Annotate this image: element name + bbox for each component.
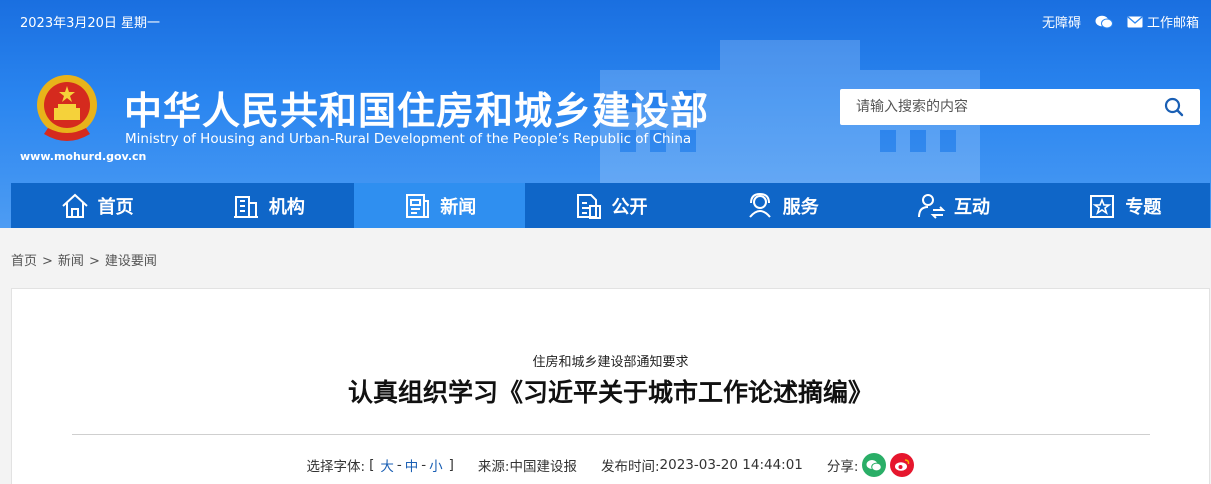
breadcrumb-news[interactable]: 新闻 <box>58 254 84 269</box>
breadcrumb-separator: > <box>42 254 53 269</box>
source-value: 中国建设报 <box>509 459 577 475</box>
title-divider <box>72 434 1150 435</box>
site-url: www.mohurd.gov.cn <box>20 150 147 163</box>
publish-time: 发布时间: 2023-03-20 14:44:01 <box>601 455 803 475</box>
mail-link[interactable]: 工作邮箱 <box>1127 12 1199 31</box>
nav-interaction[interactable]: 互动 <box>867 183 1038 228</box>
document-icon <box>577 193 602 219</box>
topbar-links: 无障碍 工作邮箱 <box>1042 12 1199 31</box>
font-dash: - <box>421 457 427 473</box>
time-value: 2023-03-20 14:44:01 <box>659 457 803 473</box>
nav-service-label: 服务 <box>782 196 819 218</box>
star-icon <box>1090 194 1115 218</box>
font-small-button[interactable]: 小 <box>429 455 443 475</box>
font-bracket-open: [ <box>369 457 375 473</box>
mail-icon <box>1127 16 1143 27</box>
share-wechat-icon[interactable] <box>862 453 887 477</box>
nav-public[interactable]: 公开 <box>525 183 696 228</box>
breadcrumb: 首页 > 新闻 > 建设要闻 <box>11 250 157 269</box>
nav-organization-label: 机构 <box>268 196 305 218</box>
site-title-english: Ministry of Housing and Urban-Rural Deve… <box>125 131 692 147</box>
nav-topics[interactable]: 专题 <box>1039 183 1210 228</box>
font-bracket-close: ] <box>448 457 454 473</box>
nav-news[interactable]: 新闻 <box>353 183 525 228</box>
nav-service[interactable]: 服务 <box>696 183 867 228</box>
font-large-button[interactable]: 大 <box>380 455 394 475</box>
font-size-selector: 选择字体: [ 大 - 中 - 小 ] <box>307 455 454 475</box>
breadcrumb-home[interactable]: 首页 <box>11 254 37 269</box>
nav-home[interactable]: 首页 <box>11 183 182 228</box>
article-meta: 选择字体: [ 大 - 中 - 小 ] 来源: 中国建设报 发布时间: 2023… <box>12 453 1209 477</box>
site-header: 2023年3月20日 星期一 无障碍 工作邮箱 www.mohurd.gov.c… <box>0 0 1211 228</box>
source-label: 来源: <box>477 459 510 475</box>
font-dash: - <box>396 457 402 473</box>
news-icon <box>406 193 430 218</box>
wechat-link[interactable] <box>1095 15 1113 29</box>
nav-home-label: 首页 <box>97 196 134 218</box>
article-panel: 住房和城乡建设部通知要求 认真组织学习《习近平关于城市工作论述摘编》 选择字体:… <box>11 288 1210 484</box>
nav-public-label: 公开 <box>611 196 648 218</box>
article-subtitle: 住房和城乡建设部通知要求 <box>532 355 689 370</box>
share-area: 分享: <box>827 453 915 477</box>
share-weibo-icon[interactable] <box>890 453 915 477</box>
search-button[interactable] <box>1148 89 1200 125</box>
building-icon <box>233 195 258 218</box>
wechat-icon <box>1095 15 1113 28</box>
site-title: 中华人民共和国住房和城乡建设部 <box>124 89 710 133</box>
search-box <box>840 89 1200 125</box>
article-source: 来源: 中国建设报 <box>478 455 577 475</box>
breadcrumb-current[interactable]: 建设要闻 <box>105 254 157 269</box>
nav-interaction-label: 互动 <box>954 196 991 218</box>
font-size-label: 选择字体: <box>306 459 366 475</box>
search-icon <box>1164 97 1184 117</box>
service-icon <box>748 192 771 218</box>
nav-topics-label: 专题 <box>1125 196 1162 218</box>
search-input[interactable] <box>840 89 1148 125</box>
mail-label: 工作邮箱 <box>1146 16 1199 31</box>
accessibility-link[interactable]: 无障碍 <box>1042 12 1081 31</box>
article-title: 认真组织学习《习近平关于城市工作论述摘编》 <box>347 378 873 407</box>
national-emblem-icon[interactable] <box>34 72 100 148</box>
current-date: 2023年3月20日 星期一 <box>20 16 161 31</box>
font-medium-button[interactable]: 中 <box>405 455 419 475</box>
nav-organization[interactable]: 机构 <box>182 183 353 228</box>
main-nav: 首页 机构 新闻 公开 服务 互动 专题 <box>11 183 1210 228</box>
interaction-icon <box>918 193 946 219</box>
time-label: 发布时间: <box>600 459 660 475</box>
share-label: 分享: <box>826 459 859 475</box>
nav-news-label: 新闻 <box>440 196 477 218</box>
home-icon <box>61 193 88 218</box>
breadcrumb-separator: > <box>88 254 100 269</box>
